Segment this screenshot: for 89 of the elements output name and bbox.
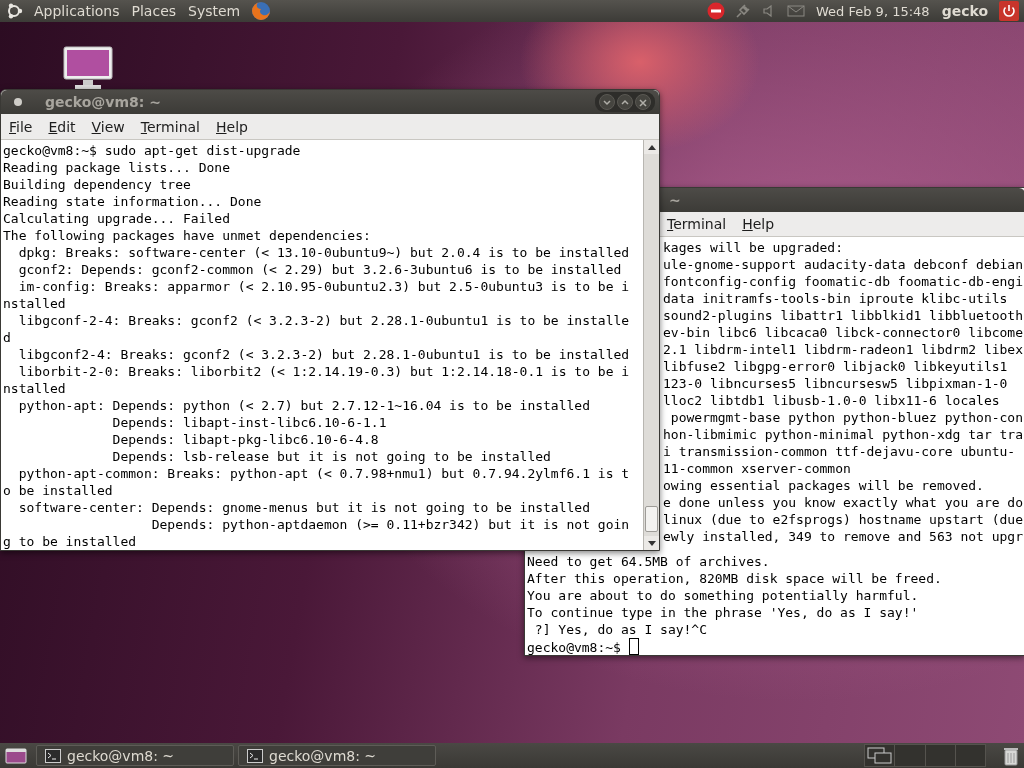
terminal-line: 123-0 libncurses5 libncursesw5 libpixman-1-0 <box>663 375 1009 392</box>
terminal-line: powermgmt-base python python-bluez python-con <box>669 409 1024 426</box>
terminal-line: dpkg: Breaks: software-center (< 13.10-0ubuntu9~) but 2.0.4 is to be installed <box>17 244 631 261</box>
menu-item[interactable]: File <box>1 118 41 135</box>
terminal-line: Depends: libapt-pkg-libc6.10-6-4.8 <box>111 431 380 448</box>
terminal-line: g to be installed <box>3 533 138 550</box>
terminal-line: Building dependency tree <box>3 176 192 193</box>
terminal-line: You are about to do something potentially harmful. <box>527 587 920 604</box>
terminal-line: libgconf-2-4: Breaks: gconf2 (< 3.2.3-2) but 2.28.1-0ubuntu1 is to be installe <box>17 312 631 329</box>
terminal-line: nstalled <box>3 380 67 397</box>
menu-item[interactable]: Help <box>734 215 783 232</box>
terminal-line: After this operation, 820MB disk space will be freed. <box>527 570 943 587</box>
menu-item[interactable]: Edit <box>40 118 84 135</box>
terminal-line: hon-libmimic python-minimal python-xdg tar tra <box>663 426 1024 443</box>
menu-item[interactable]: View <box>83 118 133 135</box>
terminal-line: e done unless you know exactly what you are do <box>663 494 1024 511</box>
window-menu-icon[interactable] <box>13 97 23 107</box>
clock[interactable]: Wed Feb 9, 15:48 <box>810 3 936 19</box>
close-button[interactable] <box>635 94 651 110</box>
terminal-line: nstalled <box>3 295 67 312</box>
terminal-line: libfuse2 libgpg-error0 libjack0 libkeyutils1 <box>663 358 1009 375</box>
desktop-icon[interactable] <box>5 746 27 765</box>
terminal-line: ule-gnome-support audacity-data debconf debian <box>663 256 1024 273</box>
down-arrow-icon[interactable] <box>647 540 656 546</box>
terminal-line: liborbit-2-0: Breaks: liborbit2 (< 1:2.14.19-0.3) but 1:2.14.18-0.1 is to be i <box>17 363 631 380</box>
no-entry-icon[interactable] <box>707 2 725 20</box>
plug-icon[interactable] <box>735 3 751 19</box>
scrollbar-thumb[interactable] <box>645 506 658 532</box>
logo-icon[interactable] <box>5 2 23 20</box>
terminal-line: Reading state information... Done <box>3 193 263 210</box>
terminal-line: libgconf2-4: Breaks: gconf2 (< 3.2.3-2) but 2.28.1-0ubuntu1 is to be installed <box>17 346 631 363</box>
terminal-line: software-center: Depends: gnome-menus but it is not going to be installed <box>17 499 591 516</box>
terminal-line: kages will be upgraded: <box>663 239 844 256</box>
terminal-line: Need to get 64.5MB of archives. <box>527 553 771 570</box>
terminal-line: ev-bin libc6 libcaca0 libck-connector0 libcome <box>663 324 1024 341</box>
menu-item[interactable]: Help <box>208 118 256 135</box>
panel-menu[interactable]: Places <box>125 3 183 19</box>
panel-menu[interactable]: System <box>182 3 247 19</box>
terminal-line: d <box>3 329 12 346</box>
terminal-line: linux (due to e2fsprogs) hostname upstart (due <box>663 511 1024 528</box>
chevron-down-icon <box>602 97 612 107</box>
taskbar-button[interactable]: gecko@vm8: ~ <box>238 745 436 766</box>
terminal-line: 11-common xserver-common <box>663 460 852 477</box>
terminal-line: gconf2: Depends: gconf2-common (< 2.29) but 3.2.6-3ubuntu6 is to be installed <box>17 261 623 278</box>
terminal-line: Depends: lsb-release but it is not going to be installed <box>111 448 552 465</box>
terminal-line: python-apt: Depends: python (< 2.7) but 2.7.12-1~16.04 is to be installed <box>17 397 591 414</box>
panel-menu[interactable]: Applications <box>28 3 126 19</box>
menu-item[interactable]: Terminal <box>132 118 208 135</box>
terminal-line: sound2-plugins libattr1 libblkid1 libbluetooth <box>663 307 1024 324</box>
chevron-up-icon <box>620 97 630 107</box>
terminal-line: o be installed <box>3 482 114 499</box>
up-arrow-icon[interactable] <box>647 144 656 150</box>
terminal-line: im-config: Breaks: apparmor (< 2.10.95-0ubuntu2.3) but 2.5-0ubuntu3 is to be i <box>17 278 631 295</box>
trash-icon[interactable] <box>1003 745 1019 766</box>
terminal-line: ?] Yes, do as I say!^C <box>533 621 708 638</box>
globe-icon[interactable] <box>251 1 272 21</box>
terminal-line: gecko@vm8:~$ <box>527 638 1024 655</box>
terminal-line: Depends: python-aptdaemon (>= 0.11+bzr342) but it is not goin <box>150 516 631 533</box>
power-icon[interactable] <box>999 1 1019 21</box>
close-icon <box>638 97 648 107</box>
workspace-switcher[interactable] <box>864 744 986 767</box>
terminal-line: Calculating upgrade... Failed <box>3 210 231 227</box>
terminal-line: 2.1 libdrm-intel1 libdrm-radeon1 libdrm2 libex <box>663 341 1024 358</box>
monitor-icon[interactable] <box>63 46 113 90</box>
terminal-icon <box>45 748 61 763</box>
window-title: ~ <box>669 191 681 208</box>
window-title: gecko@vm8: ~ <box>44 94 162 110</box>
terminal-line: lloc2 libtdb1 libusb-1.0-0 libx11-6 locales <box>663 392 1001 409</box>
terminal-line: fontconfig-config foomatic-db foomatic-db-engi <box>663 273 1024 290</box>
scrollbar[interactable] <box>643 140 659 550</box>
user-name[interactable]: gecko <box>935 3 994 19</box>
terminal-line: data initramfs-tools-bin iproute klibc-utils <box>663 290 1009 307</box>
terminal-line: The following packages have unmet dependencies: <box>3 227 372 244</box>
terminal-line: i transmission-common ttf-dejavu-core ubuntu- <box>663 443 1017 460</box>
terminal-line: To continue type in the phrase 'Yes, do as I say!' <box>527 604 920 621</box>
menu-item[interactable]: Terminal <box>659 215 735 232</box>
window-thumbnail-icon <box>866 747 893 764</box>
envelope-icon[interactable] <box>787 4 805 18</box>
maximize-button[interactable] <box>617 94 633 110</box>
terminal-line: python-apt-common: Breaks: python-apt (< 0.7.98+nmu1) but 0.7.94.2ylmf6.1 is t <box>17 465 631 482</box>
terminal-icon <box>247 748 263 763</box>
terminal-line: owing essential packages will be removed. <box>663 477 985 494</box>
text-cursor <box>628 638 639 655</box>
terminal-line: Depends: libapt-inst-libc6.10-6-1.1 <box>111 414 388 431</box>
terminal-line: ewly installed, 349 to remove and 563 not upgr <box>663 528 1024 545</box>
taskbar-button[interactable]: gecko@vm8: ~ <box>36 745 234 766</box>
terminal-line: gecko@vm8:~$ sudo apt-get dist-upgrade <box>3 142 302 159</box>
minimize-button[interactable] <box>599 94 615 110</box>
terminal-line: Reading package lists... Done <box>3 159 231 176</box>
